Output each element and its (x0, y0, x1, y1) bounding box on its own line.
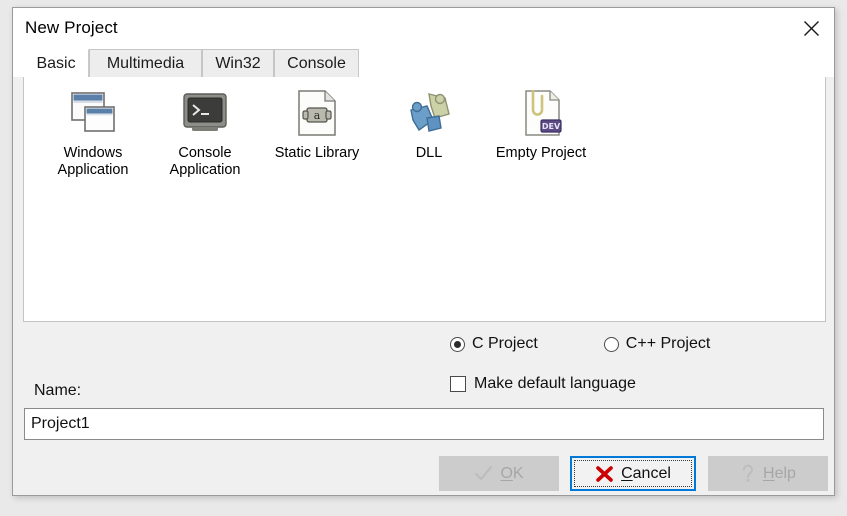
template-label: Windows Application (57, 145, 129, 178)
radio-label: C++ Project (625, 335, 711, 352)
language-radio-group: C Project C++ Project (450, 335, 710, 353)
static-library-icon: a (261, 85, 373, 141)
dialog-title: New Project (25, 18, 118, 37)
template-dll[interactable]: DLL (373, 85, 485, 162)
radio-c-project[interactable]: C Project (450, 335, 538, 353)
cancel-button-label: Cancel (621, 464, 671, 482)
help-button[interactable]: Help (708, 456, 828, 491)
checkbox-label: Make default language (474, 375, 636, 392)
title-bar: New Project (13, 8, 834, 49)
radio-unselected-icon (603, 336, 619, 352)
checkbox-make-default-language[interactable]: Make default language (450, 375, 636, 393)
windows-application-icon (37, 85, 149, 141)
tab-label: Win32 (215, 54, 261, 72)
svg-text:DEV: DEV (542, 122, 561, 131)
name-label: Name: (34, 382, 82, 399)
checkmark-icon (474, 465, 493, 482)
new-project-dialog: New Project Basic Multimedia Win32 Conso… (12, 7, 835, 496)
template-label: Console Application (169, 145, 241, 178)
dll-puzzle-icon (373, 85, 485, 141)
checkbox-unchecked-icon (450, 376, 466, 392)
svg-text:a: a (314, 109, 321, 122)
tab-label: Console (287, 54, 346, 72)
dialog-button-row: OK Cancel Help (13, 454, 834, 496)
radio-cpp-project[interactable]: C++ Project (603, 335, 711, 353)
tab-basic[interactable]: Basic (23, 49, 89, 77)
empty-project-icon: DEV (485, 85, 597, 141)
tab-label: Multimedia (106, 54, 185, 72)
ok-button[interactable]: OK (439, 456, 559, 491)
project-name-input[interactable] (24, 408, 824, 440)
tab-label: Basic (36, 54, 76, 72)
help-button-label: Help (763, 464, 796, 482)
radio-selected-icon (450, 336, 465, 352)
tab-win32[interactable]: Win32 (202, 49, 274, 77)
tab-console[interactable]: Console (274, 49, 359, 77)
template-label: DLL (415, 145, 443, 161)
template-empty-project[interactable]: DEV Empty Project (485, 85, 597, 162)
template-panel: Windows Application Console Application (23, 77, 826, 322)
red-x-icon (595, 465, 614, 483)
ok-button-label: OK (500, 464, 524, 482)
tab-multimedia[interactable]: Multimedia (89, 49, 202, 77)
template-label: Static Library (274, 145, 360, 161)
tab-strip: Basic Multimedia Win32 Console (13, 49, 834, 77)
template-console-application[interactable]: Console Application (149, 85, 261, 179)
template-static-library[interactable]: a Static Library (261, 85, 373, 162)
radio-label: C Project (472, 335, 538, 352)
close-x-icon[interactable] (788, 8, 834, 48)
template-label: Empty Project (495, 145, 587, 161)
console-application-icon (149, 85, 261, 141)
question-mark-icon (740, 464, 756, 483)
template-windows-application[interactable]: Windows Application (37, 85, 149, 179)
make-default-row: Make default language (450, 375, 636, 393)
cancel-button[interactable]: Cancel (570, 456, 696, 491)
